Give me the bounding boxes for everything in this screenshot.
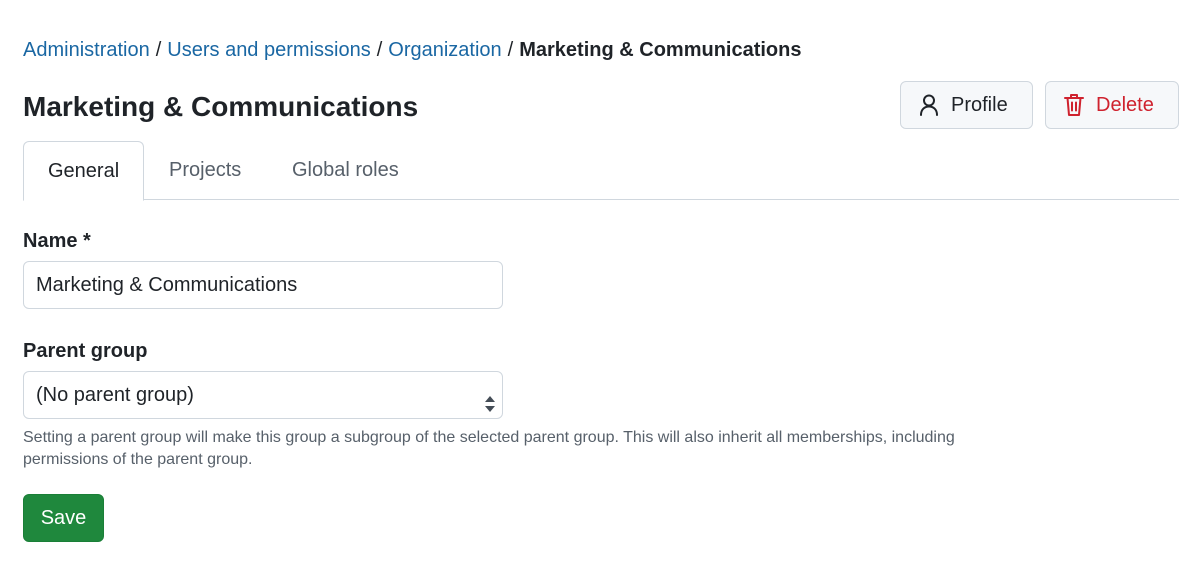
trash-icon (1064, 93, 1084, 117)
profile-button[interactable]: Profile (900, 81, 1033, 129)
select-arrows-icon (484, 385, 496, 412)
tab-bar: General Projects Global roles (23, 141, 1179, 201)
tab-general[interactable]: General (23, 141, 145, 201)
page-title: Marketing & Communications (23, 91, 419, 122)
breadcrumb-link-users-and-permissions[interactable]: Users and permissions (167, 39, 370, 61)
save-button[interactable]: Save (23, 494, 104, 542)
breadcrumb-current: Marketing & Communications (519, 39, 802, 61)
breadcrumb-link-organization[interactable]: Organization (388, 39, 501, 61)
delete-button[interactable]: Delete (1045, 81, 1179, 129)
user-icon (919, 94, 939, 116)
header-actions: Profile Delete (900, 81, 1179, 129)
name-input[interactable]: Marketing & Communications (23, 261, 503, 309)
breadcrumb-separator: / (376, 39, 383, 61)
delete-button-label: Delete (1096, 93, 1154, 116)
tab-projects[interactable]: Projects (145, 141, 265, 200)
parent-group-hint: Setting a parent group will make this gr… (23, 429, 955, 468)
breadcrumb-link-administration[interactable]: Administration (23, 39, 150, 61)
breadcrumb: Administration / Users and permissions / Org… (23, 36, 802, 64)
breadcrumb-separator: / (507, 39, 514, 61)
parent-group-select[interactable]: (No parent group) (23, 371, 503, 419)
name-label: Name * (23, 230, 91, 252)
breadcrumb-separator: / (155, 39, 162, 61)
name-input-value: Marketing & Communications (36, 274, 298, 296)
parent-group-select-value: (No parent group) (36, 384, 194, 406)
profile-button-label: Profile (951, 93, 1008, 116)
tab-global-roles[interactable]: Global roles (268, 141, 423, 200)
parent-group-label: Parent group (23, 340, 148, 362)
